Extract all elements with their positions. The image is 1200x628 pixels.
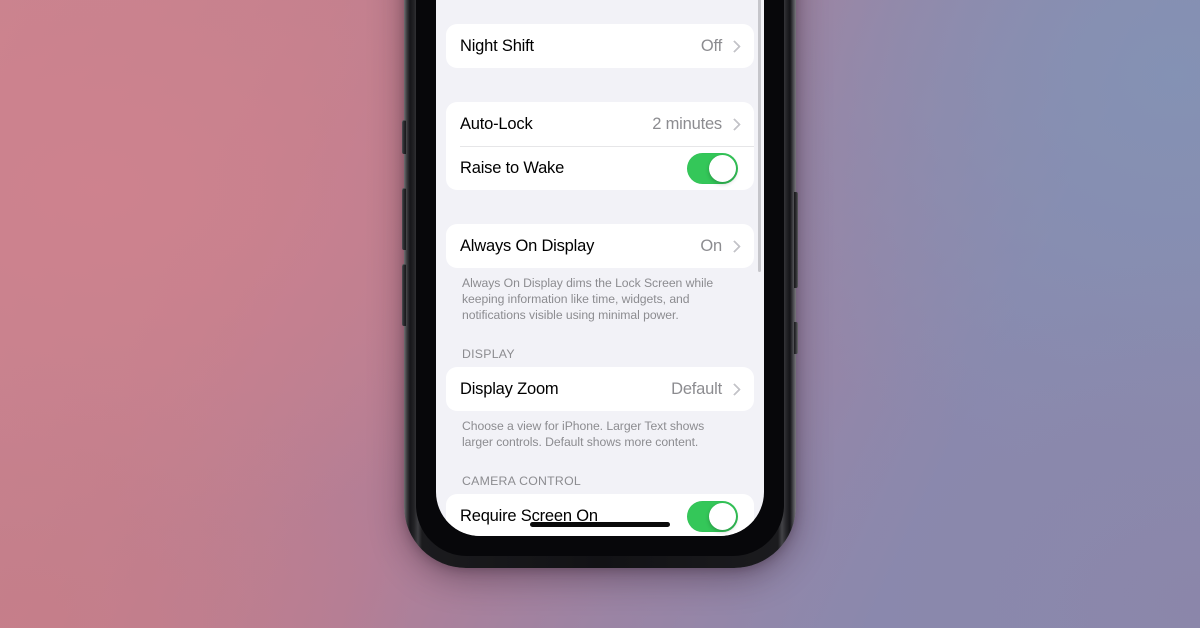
chevron-right-icon xyxy=(730,383,738,396)
row-night-shift[interactable]: Night Shift Off xyxy=(446,24,754,68)
require-screen-on-toggle[interactable] xyxy=(687,500,738,532)
camera-control-group: Require Screen On xyxy=(446,494,754,536)
vertical-scrollbar[interactable] xyxy=(758,0,761,272)
iphone-device: Night Shift Off Auto-Lock 2 minutes Rais… xyxy=(402,0,798,568)
toggle-knob xyxy=(709,154,736,182)
row-display-zoom[interactable]: Display Zoom Default xyxy=(446,367,754,411)
volume-down-button[interactable] xyxy=(402,264,406,326)
row-raise-to-wake[interactable]: Raise to Wake xyxy=(446,146,754,190)
device-bezel: Night Shift Off Auto-Lock 2 minutes Rais… xyxy=(416,0,784,556)
display-group: Display Zoom Default xyxy=(446,367,754,411)
action-button[interactable] xyxy=(402,120,406,154)
volume-up-button[interactable] xyxy=(402,188,406,250)
power-button[interactable] xyxy=(794,192,798,288)
row-label: Display Zoom xyxy=(460,379,559,398)
row-label: Auto-Lock xyxy=(460,114,533,133)
row-require-screen-on[interactable]: Require Screen On xyxy=(446,494,754,536)
always-on-display-group: Always On Display On xyxy=(446,224,754,268)
row-value: On xyxy=(700,236,722,255)
row-label: Raise to Wake xyxy=(460,158,565,177)
section-header-camera-control: CAMERA CONTROL xyxy=(462,474,581,488)
always-on-display-footnote: Always On Display dims the Lock Screen w… xyxy=(462,276,714,322)
row-value: Default xyxy=(671,379,722,398)
section-header-display: DISPLAY xyxy=(462,347,515,361)
toggle-knob xyxy=(709,502,736,530)
lock-group: Auto-Lock 2 minutes Raise to Wake xyxy=(446,102,754,190)
home-indicator[interactable] xyxy=(530,522,670,527)
settings-display-list[interactable]: Night Shift Off Auto-Lock 2 minutes Rais… xyxy=(436,24,764,536)
row-auto-lock[interactable]: Auto-Lock 2 minutes xyxy=(446,102,754,146)
chevron-right-icon xyxy=(730,40,738,53)
chevron-right-icon xyxy=(730,118,738,131)
row-label: Night Shift xyxy=(460,36,534,55)
raise-to-wake-toggle[interactable] xyxy=(687,152,738,184)
chevron-right-icon xyxy=(730,240,738,253)
camera-control-button[interactable] xyxy=(794,322,798,354)
row-label: Always On Display xyxy=(460,236,595,255)
device-screen: Night Shift Off Auto-Lock 2 minutes Rais… xyxy=(436,0,764,536)
display-zoom-footnote: Choose a view for iPhone. Larger Text sh… xyxy=(462,419,705,449)
row-value: Off xyxy=(700,36,722,55)
row-always-on-display[interactable]: Always On Display On xyxy=(446,224,754,268)
row-value: 2 minutes xyxy=(652,114,722,133)
night-shift-group: Night Shift Off xyxy=(446,24,754,68)
